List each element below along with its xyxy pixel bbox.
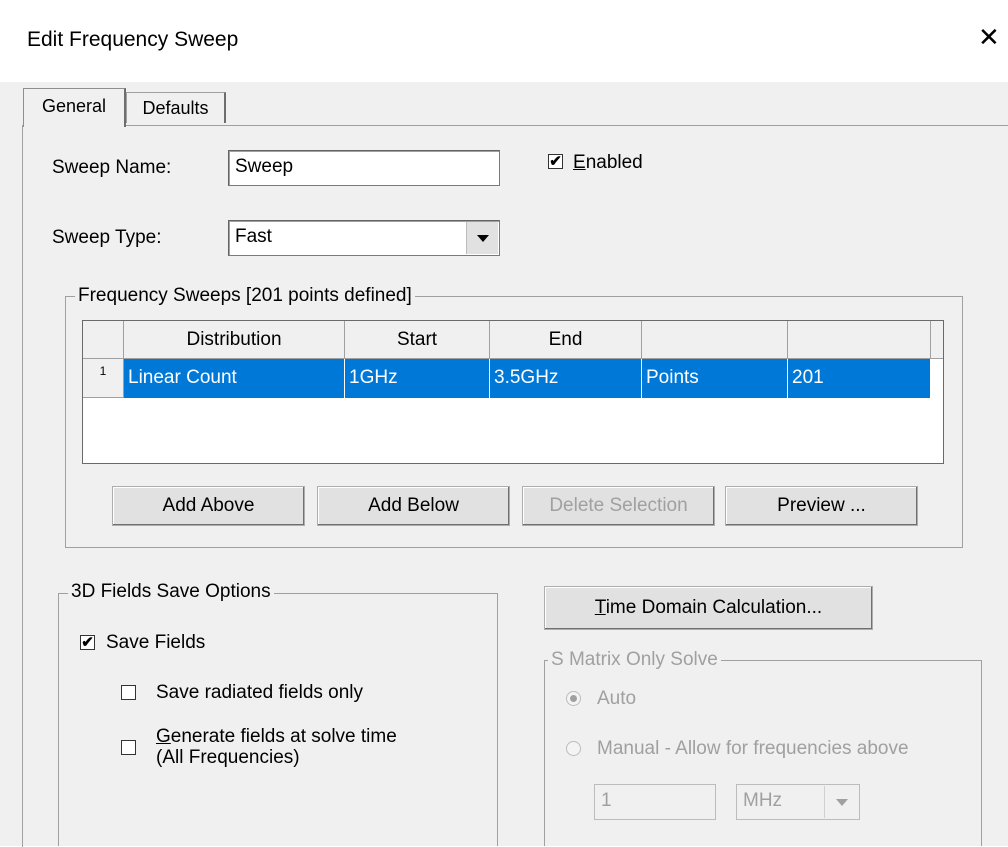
chevron-down-icon <box>836 799 848 806</box>
enabled-label: Enabled <box>573 152 643 173</box>
fields-save-title: 3D Fields Save Options <box>68 581 274 603</box>
column-header-start[interactable]: Start <box>345 321 490 359</box>
row-index[interactable]: 1 <box>83 359 124 398</box>
column-header-5[interactable] <box>788 321 931 359</box>
chevron-down-icon <box>477 235 489 242</box>
table-cell-distribution[interactable]: Linear Count <box>124 359 345 398</box>
frequency-sweeps-title: Frequency Sweeps [201 points defined] <box>75 285 415 307</box>
manual-label: Manual - Allow for frequencies above <box>597 738 909 759</box>
enabled-checkbox[interactable]: ✔ <box>548 154 563 169</box>
column-header-end[interactable]: End <box>490 321 642 359</box>
tab-general[interactable]: General <box>23 88 126 127</box>
sweep-type-value: Fast <box>235 226 272 247</box>
table-cell-type[interactable]: Points <box>642 359 788 398</box>
auto-radio[interactable] <box>566 691 581 706</box>
unit-dropdown-button[interactable] <box>824 786 858 818</box>
unit-value: MHz <box>743 790 783 811</box>
sweep-type-label: Sweep Type: <box>52 227 162 248</box>
sweep-type-dropdown-button[interactable] <box>466 222 498 254</box>
grid-corner-header <box>83 321 124 359</box>
time-domain-calculation-button[interactable]: Time Domain Calculation... <box>544 586 873 630</box>
sweep-name-label: Sweep Name: <box>52 157 172 178</box>
checkmark-icon: ✔ <box>549 153 562 170</box>
table-cell-start[interactable]: 1GHz <box>345 359 490 398</box>
save-radiated-label: Save radiated fields only <box>156 682 364 703</box>
column-header-4[interactable] <box>642 321 788 359</box>
close-icon[interactable]: ✕ <box>978 24 1000 50</box>
auto-label: Auto <box>597 688 637 709</box>
sweep-name-input[interactable]: Sweep <box>228 150 500 186</box>
generate-fields-label-line1: Generate fields at solve time <box>156 726 397 747</box>
table-cell-count[interactable]: 201 <box>788 359 931 398</box>
fields-save-group <box>58 593 498 846</box>
generate-fields-label-line2: (All Frequencies) <box>156 747 300 768</box>
s-matrix-title: S Matrix Only Solve <box>548 649 721 671</box>
save-fields-checkbox[interactable]: ✔ <box>80 635 95 650</box>
radio-dot-icon <box>570 695 577 702</box>
manual-radio[interactable] <box>566 741 581 756</box>
frequency-threshold-input[interactable]: 1 <box>594 784 716 820</box>
table-cell-end[interactable]: 3.5GHz <box>490 359 642 398</box>
window-title: Edit Frequency Sweep <box>27 28 239 51</box>
sweep-type-select[interactable]: Fast <box>228 220 500 256</box>
generate-fields-checkbox[interactable] <box>121 740 136 755</box>
delete-selection-button[interactable]: Delete Selection <box>522 486 715 526</box>
add-above-button[interactable]: Add Above <box>112 486 305 526</box>
tab-defaults[interactable]: Defaults <box>126 92 226 123</box>
preview-button[interactable]: Preview ... <box>725 486 918 526</box>
save-radiated-checkbox[interactable] <box>121 685 136 700</box>
checkmark-icon: ✔ <box>81 634 94 651</box>
save-fields-label: Save Fields <box>106 632 206 653</box>
frequency-sweeps-grid[interactable]: Distribution Start End 1 Linear Count 1G… <box>82 320 944 464</box>
generate-fields-label: Generate fields at solve time (All Frequ… <box>156 726 397 768</box>
grid-header-spacer <box>931 321 943 359</box>
column-header-distribution[interactable]: Distribution <box>124 321 345 359</box>
add-below-button[interactable]: Add Below <box>317 486 510 526</box>
